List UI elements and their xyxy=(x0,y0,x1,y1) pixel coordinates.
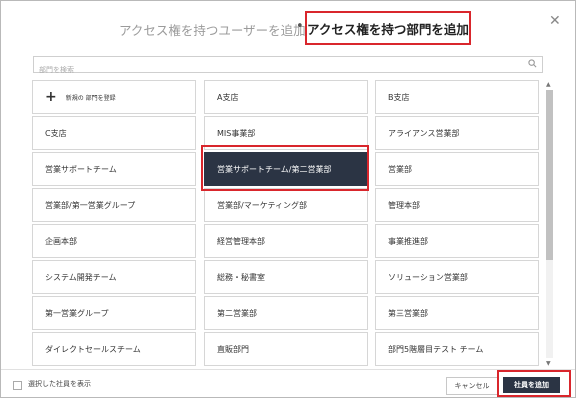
department-item[interactable]: 経営管理本部 xyxy=(204,224,368,258)
department-item[interactable]: アライアンス営業部 xyxy=(375,116,539,150)
scrollbar-thumb[interactable] xyxy=(546,90,553,260)
department-item[interactable]: 営業部 xyxy=(375,152,539,186)
department-item[interactable]: 部門5階層目テスト チーム xyxy=(375,332,539,366)
department-search xyxy=(33,56,543,77)
tab-add-departments[interactable]: アクセス権を持つ部門を追加 xyxy=(305,11,471,45)
new-department-label: 新規の 部門を登録 xyxy=(65,94,116,102)
department-item[interactable]: 第三営業部 xyxy=(375,296,539,330)
department-item[interactable]: ダイレクトセールスチーム xyxy=(32,332,196,366)
search-icon[interactable] xyxy=(528,59,537,68)
add-button-highlight xyxy=(497,370,571,397)
department-item[interactable]: ソリューション営業部 xyxy=(375,260,539,294)
scrollbar-track[interactable] xyxy=(546,90,553,358)
department-item[interactable]: A支店 xyxy=(204,80,368,114)
tab-add-users[interactable]: アクセス権を持つユーザーを追加 xyxy=(119,20,306,39)
department-item[interactable]: 営業部/第一営業グループ xyxy=(32,188,196,222)
dialog-footer: 選択した社員を表示 キャンセル 社員を追加 xyxy=(1,369,575,398)
selected-item-highlight xyxy=(201,145,369,191)
scroll-up-icon[interactable]: ▲ xyxy=(546,81,551,88)
department-item[interactable]: 直販部門 xyxy=(204,332,368,366)
close-icon[interactable]: ✕ xyxy=(549,13,561,29)
department-item[interactable]: 営業部/マーケティング部 xyxy=(204,188,368,222)
department-item[interactable]: B支店 xyxy=(375,80,539,114)
department-item[interactable]: C支店 xyxy=(32,116,196,150)
new-department-button[interactable]: + 新規の 部門を登録 xyxy=(32,80,196,114)
add-access-dialog: アクセス権を持つユーザーを追加 • アクセス権を持つ部門を追加 ✕ + 新規の … xyxy=(0,0,576,398)
department-item[interactable]: 営業サポートチーム xyxy=(32,152,196,186)
department-item[interactable]: 第二営業部 xyxy=(204,296,368,330)
department-item[interactable]: 事業推進部 xyxy=(375,224,539,258)
show-selected-label[interactable]: 選択した社員を表示 xyxy=(28,379,91,389)
department-search-input[interactable] xyxy=(34,62,509,77)
scroll-down-icon[interactable]: ▼ xyxy=(546,360,551,367)
department-item[interactable]: 管理本部 xyxy=(375,188,539,222)
department-item[interactable]: システム開発チーム xyxy=(32,260,196,294)
grid-scrollbar[interactable]: ▲ ▼ xyxy=(545,81,554,367)
department-item[interactable]: 第一営業グループ xyxy=(32,296,196,330)
show-selected-checkbox[interactable] xyxy=(13,381,22,390)
department-item[interactable]: 企画本部 xyxy=(32,224,196,258)
cancel-button[interactable]: キャンセル xyxy=(446,377,498,395)
department-item[interactable]: 総務・秘書室 xyxy=(204,260,368,294)
tab-separator: • xyxy=(296,19,304,34)
plus-icon: + xyxy=(45,89,57,105)
